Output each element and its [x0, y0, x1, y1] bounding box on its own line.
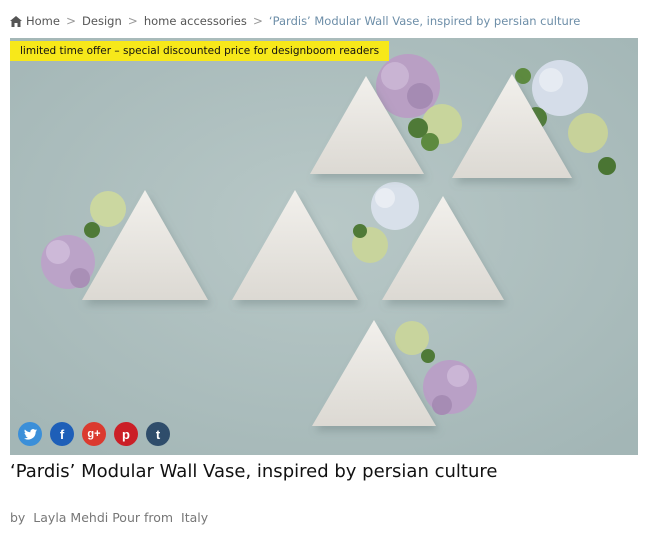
- breadcrumb-design-link[interactable]: Design: [82, 14, 122, 28]
- tumblr-icon[interactable]: t: [146, 422, 170, 446]
- byline-from: from: [144, 510, 174, 525]
- twitter-icon[interactable]: [18, 422, 42, 446]
- breadcrumb-separator: >: [65, 14, 77, 28]
- breadcrumb-current-page: ‘Pardis’ Modular Wall Vase, inspired by …: [268, 14, 581, 28]
- breadcrumb-home-accessories-link[interactable]: home accessories: [144, 14, 247, 28]
- country-link[interactable]: Italy: [181, 510, 208, 525]
- author-link[interactable]: Layla Mehdi Pour: [33, 510, 140, 525]
- facebook-icon[interactable]: f: [50, 422, 74, 446]
- article-title: ‘Pardis’ Modular Wall Vase, inspired by …: [10, 461, 498, 482]
- hero-image[interactable]: limited time offer – special discounted …: [10, 38, 638, 455]
- breadcrumb-separator: >: [252, 14, 263, 28]
- breadcrumb: Home > Design > home accessories > ‘Pard…: [10, 12, 580, 30]
- offer-banner[interactable]: limited time offer – special discounted …: [10, 41, 390, 61]
- home-icon: [10, 15, 22, 27]
- byline-prefix: by: [10, 510, 26, 525]
- breadcrumb-home-link[interactable]: Home: [26, 14, 60, 28]
- google-plus-icon[interactable]: g+: [82, 422, 106, 446]
- breadcrumb-separator: >: [127, 14, 138, 28]
- social-share-bar: f g+ p t: [18, 422, 170, 446]
- wall-vase-photo: [10, 38, 638, 455]
- article-byline: by Layla Mehdi Pour from Italy: [10, 510, 208, 525]
- pinterest-icon[interactable]: p: [114, 422, 138, 446]
